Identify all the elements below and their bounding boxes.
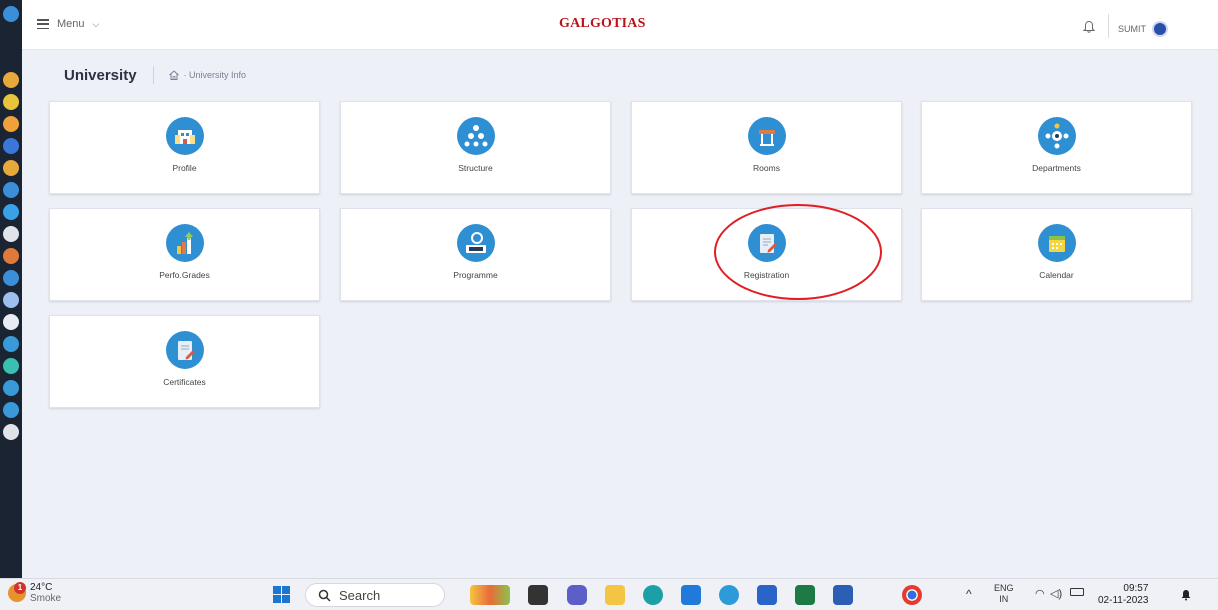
- card-rooms[interactable]: Rooms: [631, 101, 902, 194]
- highlight-annotation-circle: [714, 204, 882, 300]
- card-label: Structure: [458, 163, 493, 173]
- card-structure[interactable]: Structure: [340, 101, 611, 194]
- edge-icon[interactable]: [643, 585, 663, 605]
- store-chat-icon[interactable]: [719, 585, 739, 605]
- hierarchy-icon: [456, 117, 495, 155]
- windows-start-icon[interactable]: [273, 586, 290, 603]
- myhp-icon[interactable]: [681, 585, 701, 605]
- dock-app-icon[interactable]: [3, 314, 19, 330]
- chat-icon[interactable]: [567, 585, 587, 605]
- notification-bell-icon[interactable]: [1082, 20, 1096, 34]
- logo-text: GALGOTIAS: [559, 16, 646, 31]
- header-divider: [1108, 14, 1109, 38]
- notification-badge: 1: [14, 582, 26, 594]
- card-label: Calendar: [1039, 270, 1074, 280]
- programme-icon: [456, 224, 495, 262]
- card-label: Perfo.Grades: [159, 270, 210, 280]
- dock-app-icon[interactable]: [3, 72, 19, 88]
- dock-app-icon[interactable]: [3, 94, 19, 110]
- breadcrumb: University · University Info: [64, 66, 246, 84]
- menu-label: Menu: [57, 18, 85, 30]
- dock-app-icon[interactable]: [3, 248, 19, 264]
- building-icon: [165, 117, 204, 155]
- card-programme[interactable]: Programme: [340, 208, 611, 301]
- windows-taskbar: 1 24°C Smoke Search ^ ENG IN ◠ ◁) 09:57 …: [0, 578, 1218, 610]
- dock-app-icon[interactable]: [3, 336, 19, 352]
- dock-app-icon[interactable]: [3, 160, 19, 176]
- hamburger-icon: [37, 19, 49, 29]
- microsoft-store-icon[interactable]: [757, 585, 777, 605]
- avatar: [1152, 21, 1168, 37]
- region-code: IN: [999, 594, 1009, 604]
- card-profile[interactable]: Profile: [49, 101, 320, 194]
- clock-date: 02-11-2023: [1098, 595, 1149, 606]
- weather-icon: 1: [8, 582, 26, 602]
- search-label: Search: [339, 587, 381, 603]
- card-label: Programme: [453, 270, 498, 280]
- calendar-icon: [1037, 224, 1076, 262]
- volume-icon[interactable]: ◁): [1050, 587, 1062, 600]
- dock-app-icon[interactable]: [3, 292, 19, 308]
- word-icon[interactable]: [833, 585, 853, 605]
- top-header: Menu ⌵ GALGOTIAS SUMIT: [22, 0, 1218, 50]
- system-clock[interactable]: 09:57 02-11-2023: [1098, 583, 1148, 607]
- show-hidden-icons-icon[interactable]: ^: [966, 587, 972, 601]
- user-name: SUMIT: [1118, 24, 1146, 34]
- battery-icon[interactable]: [1070, 588, 1084, 596]
- chrome-icon[interactable]: [902, 585, 922, 605]
- clock-time: 09:57: [1123, 583, 1149, 594]
- dock-app-icon[interactable]: [3, 116, 19, 132]
- notification-center-icon[interactable]: [1180, 589, 1192, 601]
- temperature: 24°C: [30, 582, 53, 593]
- card-label: Profile: [172, 163, 197, 173]
- certificate-icon: [165, 331, 204, 369]
- breadcrumb-divider: [152, 66, 154, 84]
- chevron-down-icon: ⌵: [92, 18, 100, 29]
- university-logo[interactable]: GALGOTIAS: [559, 9, 649, 39]
- home-icon[interactable]: [168, 69, 180, 81]
- left-dock: [0, 0, 22, 578]
- page-title: University: [64, 66, 137, 84]
- dock-app-icon[interactable]: [3, 270, 19, 286]
- card-calendar[interactable]: Calendar: [921, 208, 1192, 301]
- search-icon: [318, 589, 331, 602]
- card-departments[interactable]: Departments: [921, 101, 1192, 194]
- dock-app-icon[interactable]: [3, 424, 19, 440]
- dock-app-icon[interactable]: [3, 402, 19, 418]
- language-indicator[interactable]: ENG IN: [994, 583, 1014, 605]
- dock-app-icon[interactable]: [3, 182, 19, 198]
- bar-chart-icon: [165, 224, 204, 262]
- dock-app-icon[interactable]: [3, 226, 19, 242]
- dock-app-icon[interactable]: [3, 6, 19, 22]
- excel-icon[interactable]: [795, 585, 815, 605]
- card-certificates[interactable]: Certificates: [49, 315, 320, 408]
- file-explorer-icon[interactable]: [605, 585, 625, 605]
- menu-button[interactable]: Menu ⌵: [37, 18, 99, 30]
- card-label: Departments: [1032, 163, 1081, 173]
- dock-app-icon[interactable]: [3, 138, 19, 154]
- department-icon: [1037, 117, 1076, 155]
- widgets-icon[interactable]: [470, 585, 510, 605]
- dock-app-icon[interactable]: [3, 358, 19, 374]
- taskbar-search[interactable]: Search: [305, 583, 445, 607]
- card-label: Rooms: [753, 163, 780, 173]
- language-code: ENG: [994, 583, 1014, 593]
- dock-app-icon[interactable]: [3, 204, 19, 220]
- card-label: Certificates: [163, 377, 206, 387]
- card-perfo-grades[interactable]: Perfo.Grades: [49, 208, 320, 301]
- weather-widget[interactable]: 1 24°C Smoke: [8, 582, 61, 604]
- wifi-icon[interactable]: ◠: [1035, 587, 1045, 600]
- breadcrumb-link[interactable]: · University Info: [184, 70, 247, 80]
- classroom-icon: [747, 117, 786, 155]
- weather-condition: Smoke: [30, 593, 62, 604]
- user-menu[interactable]: SUMIT: [1118, 21, 1168, 37]
- task-view-icon[interactable]: [528, 585, 548, 605]
- dock-app-icon[interactable]: [3, 380, 19, 396]
